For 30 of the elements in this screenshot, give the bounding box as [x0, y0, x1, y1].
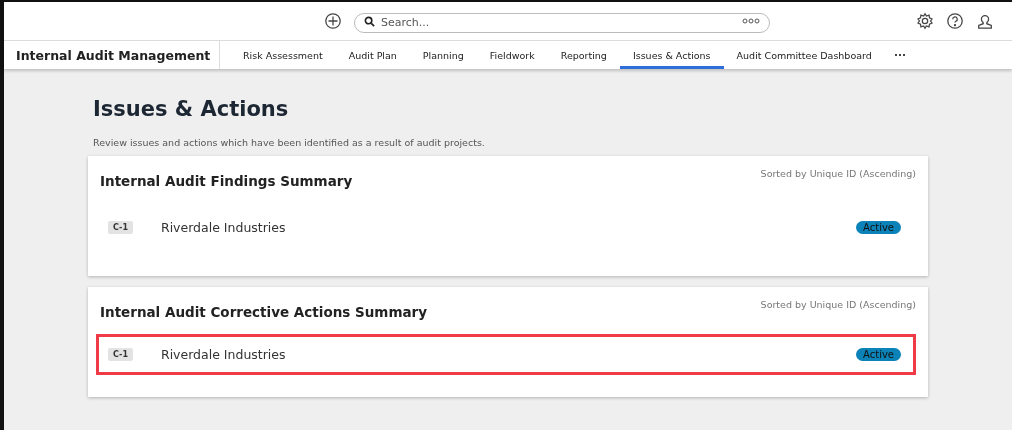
options-icon[interactable]: [742, 18, 760, 24]
sort-note: Sorted by Unique ID (Ascending): [760, 299, 916, 310]
settings-icon[interactable]: [916, 12, 934, 30]
user-icon[interactable]: [976, 12, 994, 30]
card-title: Internal Audit Corrective Actions Summary: [100, 304, 428, 320]
add-icon[interactable]: [324, 12, 342, 30]
app-switcher[interactable]: Internal Audit Management: [4, 41, 220, 69]
page-description: Review issues and actions which have been identified as a result of audit projects.: [93, 137, 486, 148]
nav-tab[interactable]: Audit Committee Dashboard: [723, 41, 885, 69]
search-icon: [364, 15, 375, 27]
nav-tab[interactable]: Fieldwork: [476, 41, 548, 69]
status-badge: Active: [856, 221, 901, 234]
nav-tab[interactable]: Reporting: [547, 41, 620, 69]
more-icon[interactable]: [894, 53, 905, 57]
item-name: Riverdale Industries: [160, 347, 287, 362]
id-tag: C-1: [108, 221, 133, 234]
id-tag: C-1: [108, 348, 133, 361]
nav-tab[interactable]: Issues & Actions: [619, 41, 724, 69]
highlighted-row[interactable]: C-1 Riverdale Industries Active: [96, 334, 916, 375]
page-title: Issues & Actions: [93, 97, 290, 121]
item-name: Riverdale Industries: [160, 220, 287, 235]
nav-tab[interactable]: Planning: [409, 41, 477, 69]
nav-tab[interactable]: Risk Assessment: [230, 41, 336, 69]
list-row[interactable]: C-1 Riverdale Industries Active: [96, 207, 916, 248]
status-badge: Active: [856, 348, 901, 361]
sort-note: Sorted by Unique ID (Ascending): [760, 168, 916, 179]
nav-tab[interactable]: Audit Plan: [335, 41, 410, 69]
search-field[interactable]: Search...: [354, 12, 770, 33]
card-title: Internal Audit Findings Summary: [100, 173, 353, 189]
help-icon[interactable]: [946, 12, 964, 30]
